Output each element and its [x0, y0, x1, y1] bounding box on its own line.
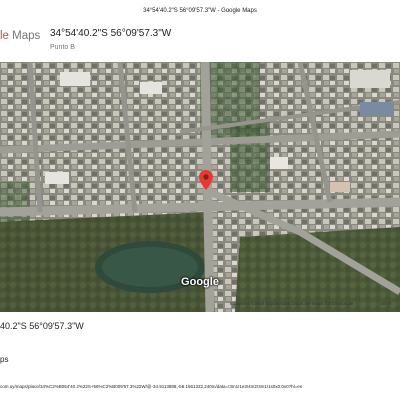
- map-pin-icon[interactable]: [199, 170, 213, 190]
- footer-url[interactable]: com.uy/maps/place/34%C2%B054'40.2%22S+56…: [0, 384, 302, 389]
- brand-text-part: le: [0, 30, 9, 42]
- google-watermark: Google: [181, 276, 219, 288]
- place-subtitle: Punto B: [50, 44, 75, 51]
- footer-brand-text: ps: [0, 355, 9, 364]
- satellite-map-view[interactable]: Google: [0, 62, 400, 312]
- print-page-header: 34°54'40.2"S 56°09'57.3"W - Google Maps: [143, 8, 257, 14]
- place-coordinates-title: 34°54'40.2"S 56°09'57.3"W: [50, 28, 172, 39]
- map-scale-label: 20 m: [381, 301, 392, 306]
- google-maps-logo[interactable]: le Maps: [0, 30, 40, 42]
- brand-text-maps: Maps: [8, 30, 41, 42]
- map-attribution: Imágenes ©2016 DigitalGlobe,Datos del ma…: [230, 301, 354, 306]
- footer-coordinates: 40.2"S 56°09'57.3"W: [0, 321, 84, 331]
